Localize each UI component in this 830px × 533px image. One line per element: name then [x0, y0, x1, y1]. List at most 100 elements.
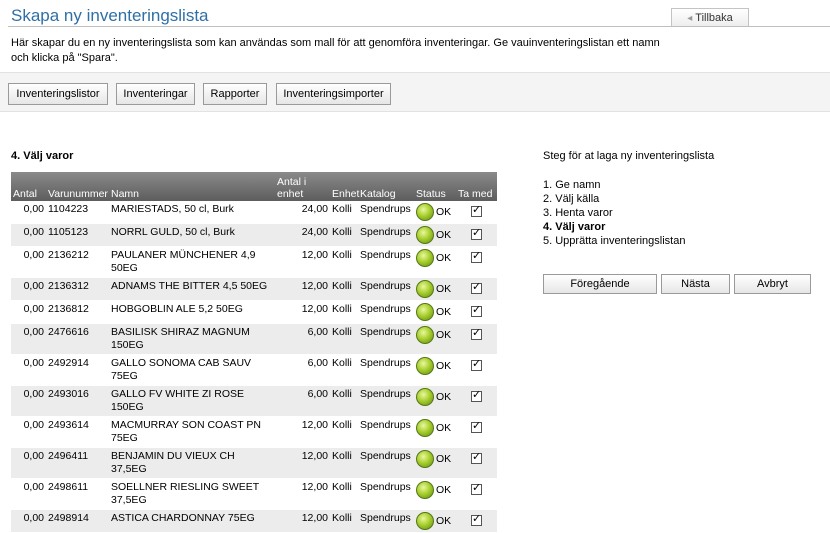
- cell-katalog: Spendrups: [358, 300, 414, 324]
- cell-antal: 0,00: [11, 277, 46, 301]
- cell-katalog: Spendrups: [358, 416, 414, 448]
- cell-antal: 0,00: [11, 300, 46, 324]
- cell-ta-med: [456, 478, 497, 510]
- cell-status: OK: [414, 223, 456, 247]
- cell-namn: BASILISK SHIRAZ MAGNUM 150EG: [109, 323, 275, 355]
- cell-enhet: Kolli: [330, 277, 358, 301]
- cell-antal-i-enhet: 12,00: [275, 509, 330, 533]
- ta-med-checkbox[interactable]: [471, 227, 482, 240]
- status-ok-icon: [416, 326, 434, 344]
- ta-med-checkbox[interactable]: [471, 327, 482, 340]
- status-ok-icon: [416, 249, 434, 267]
- cell-varunummer: 2136312: [46, 277, 109, 301]
- ta-med-checkbox[interactable]: [471, 482, 482, 495]
- cell-status: OK: [414, 478, 456, 510]
- cell-enhet: Kolli: [330, 300, 358, 324]
- cell-status: OK: [414, 354, 456, 386]
- status-label: OK: [436, 359, 452, 372]
- intro-line-2: och klicka på "Spara".: [11, 52, 118, 64]
- cell-antal-i-enhet: 6,00: [275, 385, 330, 417]
- col-katalog[interactable]: Katalog: [358, 172, 414, 201]
- cell-antal: 0,00: [11, 385, 46, 417]
- ta-med-checkbox[interactable]: [471, 281, 482, 294]
- ta-med-checkbox[interactable]: [471, 204, 482, 217]
- cell-enhet: Kolli: [330, 509, 358, 533]
- cell-katalog: Spendrups: [358, 223, 414, 247]
- ta-med-checkbox[interactable]: [471, 358, 482, 371]
- cell-ta-med: [456, 354, 497, 386]
- table-row: 0,00 2476616 BASILISK SHIRAZ MAGNUM 150EG 6…: [11, 323, 497, 355]
- cell-varunummer: 2493016: [46, 385, 109, 417]
- previous-button[interactable]: Föregående: [543, 274, 657, 294]
- col-namn[interactable]: Namn: [109, 172, 275, 201]
- status-ok-icon: [416, 419, 434, 437]
- cell-antal-i-enhet: 12,00: [275, 300, 330, 324]
- cell-antal: 0,00: [11, 509, 46, 533]
- cell-namn: GALLO SONOMA CAB SAUV 75EG: [109, 354, 275, 386]
- cell-status: OK: [414, 416, 456, 448]
- cell-status: OK: [414, 201, 456, 224]
- cell-antal: 0,00: [11, 201, 46, 224]
- cell-katalog: Spendrups: [358, 246, 414, 278]
- cell-katalog: Spendrups: [358, 385, 414, 417]
- cell-namn: HOBGOBLIN ALE 5,2 50EG: [109, 300, 275, 324]
- cell-varunummer: 2492914: [46, 354, 109, 386]
- cell-namn: PAULANER MÜNCHENER 4,9 50EG: [109, 246, 275, 278]
- status-label: OK: [436, 251, 452, 264]
- col-enhet[interactable]: Enhet: [330, 172, 359, 201]
- ta-med-checkbox[interactable]: [471, 304, 482, 317]
- step-item-current: 4. Välj varor: [543, 221, 606, 233]
- ta-med-checkbox[interactable]: [471, 420, 482, 433]
- nav-inventeringsimporter-button[interactable]: Inventeringsimporter: [276, 83, 391, 105]
- cell-ta-med: [456, 246, 497, 278]
- nav-inventeringslistor-button[interactable]: Inventeringslistor: [8, 83, 108, 105]
- cell-enhet: Kolli: [330, 416, 358, 448]
- cancel-button[interactable]: Avbryt: [734, 274, 811, 294]
- table-row: 0,00 2496411 BENJAMIN DU VIEUX CH 37,5EG 12…: [11, 447, 497, 479]
- title-divider: [8, 26, 830, 27]
- cell-ta-med: [456, 300, 497, 324]
- chevron-left-icon: ◂: [687, 12, 693, 24]
- table-row: 0,00 2136212 PAULANER MÜNCHENER 4,9 50EG 12…: [11, 246, 497, 278]
- next-button[interactable]: Nästa: [661, 274, 730, 294]
- cell-antal: 0,00: [11, 323, 46, 355]
- back-button[interactable]: ◂ Tillbaka: [671, 8, 749, 27]
- cell-status: OK: [414, 385, 456, 417]
- ta-med-checkbox[interactable]: [471, 389, 482, 402]
- table-row: 0,00 2493016 GALLO FV WHITE ZI ROSE 150EG 6…: [11, 385, 497, 417]
- col-ta-med[interactable]: Ta med: [456, 172, 497, 201]
- table-row: 0,00 2493614 MACMURRAY SON COAST PN 75EG 12…: [11, 416, 497, 448]
- steps-title: Steg för at laga ny inventeringslista: [543, 150, 715, 162]
- status-label: OK: [436, 282, 452, 295]
- col-varunummer[interactable]: Varunummer: [46, 172, 109, 201]
- status-label: OK: [436, 328, 452, 341]
- cell-antal: 0,00: [11, 416, 46, 448]
- cell-namn: NORRL GULD, 50 cl, Burk: [109, 223, 275, 247]
- cell-katalog: Spendrups: [358, 323, 414, 355]
- ta-med-checkbox[interactable]: [471, 451, 482, 464]
- cell-status: OK: [414, 509, 456, 533]
- cell-namn: MACMURRAY SON COAST PN 75EG: [109, 416, 275, 448]
- cell-varunummer: 2498611: [46, 478, 109, 510]
- col-antal[interactable]: Antal: [11, 172, 46, 201]
- step-item: 1. Ge namn: [543, 179, 601, 191]
- table-header-row: Antal Varunummer Namn Antal i enhet Enhe…: [11, 172, 497, 201]
- page-title: Skapa ny inventeringslista: [11, 6, 209, 25]
- cell-status: OK: [414, 277, 456, 301]
- status-label: OK: [436, 390, 452, 403]
- cell-enhet: Kolli: [330, 447, 358, 479]
- nav-rapporter-button[interactable]: Rapporter: [203, 83, 267, 105]
- ta-med-checkbox[interactable]: [471, 250, 482, 263]
- status-ok-icon: [416, 280, 434, 298]
- col-antal-i-enhet[interactable]: Antal i enhet: [275, 172, 330, 201]
- cell-antal-i-enhet: 12,00: [275, 416, 330, 448]
- cell-varunummer: 2498914: [46, 509, 109, 533]
- ta-med-checkbox[interactable]: [471, 513, 482, 526]
- cell-enhet: Kolli: [330, 223, 358, 247]
- cell-katalog: Spendrups: [358, 478, 414, 510]
- status-ok-icon: [416, 203, 434, 221]
- cell-enhet: Kolli: [330, 354, 358, 386]
- cell-namn: ASTICA CHARDONNAY 75EG: [109, 509, 275, 533]
- nav-inventeringar-button[interactable]: Inventeringar: [116, 83, 195, 105]
- col-status[interactable]: Status: [414, 172, 456, 201]
